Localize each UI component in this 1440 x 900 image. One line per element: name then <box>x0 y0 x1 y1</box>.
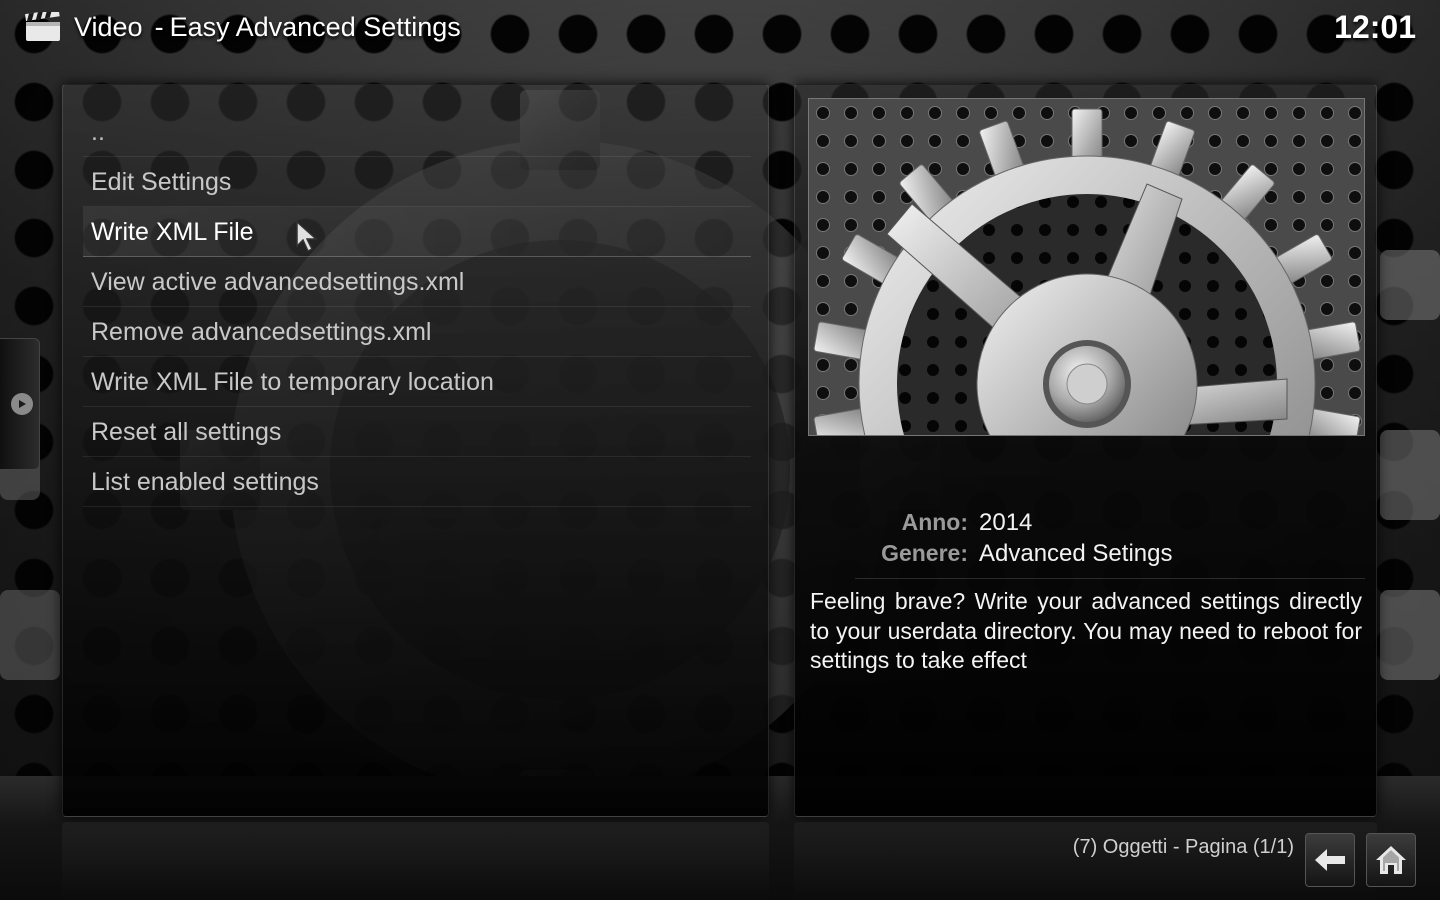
clapperboard-icon <box>24 9 62 42</box>
mouse-pointer-icon <box>295 220 319 254</box>
list-item-label: Write XML File <box>91 218 254 246</box>
section-title: Video <box>74 12 143 42</box>
title-separator: - <box>154 12 164 42</box>
list-item-parent[interactable]: .. <box>83 107 751 157</box>
year-value: 2014 <box>979 509 1033 536</box>
list-item-label: View active advancedsettings.xml <box>91 268 465 296</box>
divider <box>855 578 1365 579</box>
genre-row: Genere: Advanced Setings <box>795 538 1378 569</box>
list-item-label: Reset all settings <box>91 418 282 446</box>
addon-thumbnail <box>808 98 1365 436</box>
year-label: Anno: <box>901 509 968 535</box>
genre-value: Advanced Setings <box>979 540 1173 567</box>
info-panel: Anno: 2014 Genere: Advanced Setings Feel… <box>794 84 1377 817</box>
list-item-write-xml-temp[interactable]: Write XML File to temporary location <box>83 357 751 407</box>
plot-description: Feeling brave? Write your advanced setti… <box>810 588 1362 673</box>
year-row: Anno: 2014 <box>795 507 1378 538</box>
clock: 12:01 <box>1334 9 1416 45</box>
back-button[interactable] <box>1305 833 1355 887</box>
list-item-view-active-advancedsettings[interactable]: View active advancedsettings.xml <box>83 257 751 307</box>
home-button[interactable] <box>1366 833 1416 887</box>
menu-list: .. Edit Settings Write XML File View act… <box>83 107 751 507</box>
menu-list-panel: .. Edit Settings Write XML File View act… <box>62 84 769 817</box>
back-arrow-icon <box>1315 849 1345 871</box>
list-item-label: List enabled settings <box>91 468 319 496</box>
chevron-right-icon <box>11 393 33 415</box>
list-item-write-xml-file[interactable]: Write XML File <box>83 207 751 257</box>
addon-title: Easy Advanced Settings <box>169 12 461 42</box>
metadata: Anno: 2014 Genere: Advanced Setings <box>795 507 1378 569</box>
list-item-label: Edit Settings <box>91 168 232 196</box>
window-title: Video - Easy Advanced Settings <box>74 10 461 44</box>
side-menu-tab[interactable] <box>0 338 40 470</box>
list-panel-reflection <box>62 822 769 900</box>
list-item-reset-all-settings[interactable]: Reset all settings <box>83 407 751 457</box>
list-item-edit-settings[interactable]: Edit Settings <box>83 157 751 207</box>
list-item-remove-advancedsettings[interactable]: Remove advancedsettings.xml <box>83 307 751 357</box>
list-item-label: Remove advancedsettings.xml <box>91 318 432 346</box>
list-item-label: .. <box>91 118 105 146</box>
genre-label: Genere: <box>881 540 968 566</box>
header-bar: Video - Easy Advanced Settings 12:01 <box>0 0 1440 56</box>
page-indicator: (7) Oggetti - Pagina (1/1) <box>1072 836 1294 858</box>
list-item-label: Write XML File to temporary location <box>91 368 494 396</box>
home-icon <box>1376 846 1406 874</box>
gear-icon <box>809 99 1364 435</box>
list-item-list-enabled-settings[interactable]: List enabled settings <box>83 457 751 507</box>
